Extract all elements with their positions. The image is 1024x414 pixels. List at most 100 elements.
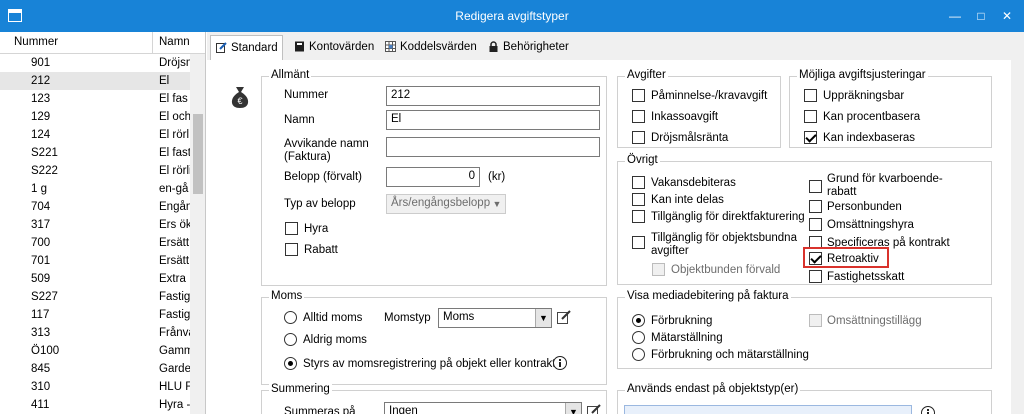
forbrukning-radio[interactable] bbox=[632, 314, 645, 327]
matarstallning-radio[interactable] bbox=[632, 331, 645, 344]
table-row[interactable]: Ö100 Gamm bbox=[0, 342, 190, 360]
cell-namn: El fast bbox=[159, 147, 190, 159]
alltid-moms-label: Alltid moms bbox=[303, 312, 363, 324]
typ-av-belopp-dropdown[interactable]: Års/engångsbelopp ▼ bbox=[386, 194, 506, 214]
column-header-namn[interactable]: Namn bbox=[159, 36, 190, 48]
styrs-av-momsregistrering-label: Styrs av momsregistrering på objekt elle… bbox=[303, 358, 556, 370]
table-row[interactable]: 317 Ers ök bbox=[0, 216, 190, 234]
cell-namn: Frånva bbox=[159, 327, 190, 339]
info-icon[interactable] bbox=[920, 405, 936, 414]
list-scrollbar[interactable] bbox=[190, 54, 205, 414]
omsattningstillagg-checkbox[interactable] bbox=[809, 314, 822, 327]
column-separator[interactable] bbox=[152, 32, 153, 54]
table-row[interactable]: S227 Fastig bbox=[0, 288, 190, 306]
tab-label: Standard bbox=[231, 42, 278, 54]
cell-namn: El bbox=[159, 75, 170, 87]
upprakningsbar-checkbox[interactable] bbox=[804, 89, 817, 102]
cell-nummer: 313 bbox=[31, 327, 51, 339]
table-row[interactable]: 1 g en-gå bbox=[0, 180, 190, 198]
paminnelse-label: Påminnelse-/kravavgift bbox=[651, 90, 768, 102]
summeras-dropdown[interactable]: Ingen ▼ bbox=[384, 402, 582, 414]
table-row[interactable]: S222 El rörli bbox=[0, 162, 190, 180]
hyra-label: Hyra bbox=[304, 223, 329, 235]
direktfakturering-checkbox[interactable] bbox=[632, 210, 645, 223]
drojsmal-checkbox[interactable] bbox=[632, 131, 645, 144]
avgiftstyp-list: Nummer Namn 901 Dröjsm 212 El 123 El fas 129 El… bbox=[0, 32, 206, 414]
vakansdebiteras-checkbox[interactable] bbox=[632, 176, 645, 189]
cell-namn: El rörli bbox=[159, 165, 190, 177]
edit-icon bbox=[216, 42, 227, 53]
edit-icon[interactable] bbox=[556, 309, 572, 325]
procentbasera-label: Kan procentbasera bbox=[823, 111, 921, 123]
namn-input[interactable]: El bbox=[386, 110, 600, 130]
tab-standard[interactable]: Standard bbox=[210, 35, 283, 60]
standard-panel: € Allmänt Nummer 212 Namn El Avvikande n… bbox=[207, 60, 1011, 414]
table-row[interactable]: 313 Frånva bbox=[0, 324, 190, 342]
cell-namn: Hyra - bbox=[159, 399, 190, 411]
table-row[interactable]: 845 Garde bbox=[0, 360, 190, 378]
column-header-nummer[interactable]: Nummer bbox=[14, 36, 58, 48]
objektstyp-input[interactable] bbox=[624, 405, 912, 414]
table-row[interactable]: 124 El rörl bbox=[0, 126, 190, 144]
cell-nummer: S221 bbox=[31, 147, 58, 159]
direktfakturering-label: Tillgänglig för direktfakturering bbox=[651, 211, 805, 223]
procentbasera-checkbox[interactable] bbox=[804, 110, 817, 123]
table-row[interactable]: 123 El fas bbox=[0, 90, 190, 108]
nummer-input[interactable]: 212 bbox=[386, 86, 600, 106]
fastighetsskatt-checkbox[interactable] bbox=[809, 270, 822, 283]
cell-namn: Gamm bbox=[159, 345, 190, 357]
maximize-button[interactable]: □ bbox=[968, 5, 994, 27]
inkasso-checkbox[interactable] bbox=[632, 110, 645, 123]
group-ovrigt: Övrigt Vakansdebiteras Kan inte delas Ti… bbox=[617, 154, 992, 285]
form-scrollbar[interactable] bbox=[1011, 60, 1024, 414]
forbrukning-och-matarstallning-radio[interactable] bbox=[632, 348, 645, 361]
kvarboenderabatt-checkbox[interactable] bbox=[809, 180, 822, 193]
edit-icon[interactable] bbox=[586, 403, 602, 414]
styrs-av-momsregistrering-radio[interactable] bbox=[284, 357, 297, 370]
hyra-checkbox[interactable] bbox=[285, 222, 298, 235]
table-row[interactable]: 700 Ersätt bbox=[0, 234, 190, 252]
group-title: Möjliga avgiftsjusteringar bbox=[797, 69, 928, 81]
table-row[interactable]: 310 HLU F bbox=[0, 378, 190, 396]
objektsbundna-checkbox[interactable] bbox=[632, 236, 645, 249]
cell-nummer: Ö100 bbox=[31, 345, 60, 357]
personbunden-checkbox[interactable] bbox=[809, 200, 822, 213]
cell-nummer: 901 bbox=[31, 57, 51, 69]
table-row[interactable]: 509 Extra bbox=[0, 270, 190, 288]
table-row[interactable]: 212 El bbox=[0, 72, 190, 90]
title-bar: Redigera avgiftstyper — □ ✕ bbox=[0, 0, 1024, 32]
retroaktiv-checkbox[interactable] bbox=[809, 252, 822, 265]
objektbunden-forvald-checkbox[interactable] bbox=[652, 263, 665, 276]
info-icon[interactable] bbox=[552, 355, 568, 371]
paminnelse-checkbox[interactable] bbox=[632, 89, 645, 102]
indexbaseras-checkbox[interactable] bbox=[804, 131, 817, 144]
group-title: Visa mediadebitering på faktura bbox=[625, 290, 791, 302]
avvikande-namn-input[interactable] bbox=[386, 137, 600, 157]
group-title: Summering bbox=[269, 383, 332, 395]
table-row[interactable]: 704 Engån bbox=[0, 198, 190, 216]
close-button[interactable]: ✕ bbox=[994, 5, 1020, 27]
tab-behorigheter[interactable]: Behörigheter bbox=[483, 35, 569, 60]
omsattningshyra-checkbox[interactable] bbox=[809, 218, 822, 231]
tab-koddelsvarden[interactable]: Koddelsvärden bbox=[380, 35, 477, 60]
kvarboenderabatt-label: Grund för kvarboende- bbox=[827, 173, 943, 185]
aldrig-moms-radio[interactable] bbox=[284, 333, 297, 346]
alltid-moms-radio[interactable] bbox=[284, 311, 297, 324]
rabatt-checkbox[interactable] bbox=[285, 243, 298, 256]
table-row[interactable]: 117 Fastig bbox=[0, 306, 190, 324]
cell-namn: Ersätt bbox=[159, 255, 190, 267]
table-row[interactable]: 701 Ersätt bbox=[0, 252, 190, 270]
group-title: Allmänt bbox=[269, 69, 312, 81]
kan-inte-delas-checkbox[interactable] bbox=[632, 193, 645, 206]
table-row[interactable]: 411 Hyra - bbox=[0, 396, 190, 414]
nummer-label: Nummer bbox=[284, 89, 329, 101]
minimize-button[interactable]: — bbox=[942, 5, 968, 27]
momstyp-label: Momstyp bbox=[384, 312, 431, 324]
scrollbar-thumb[interactable] bbox=[193, 114, 203, 194]
belopp-input[interactable]: 0 bbox=[386, 167, 480, 187]
table-row[interactable]: 901 Dröjsm bbox=[0, 54, 190, 72]
tab-kontovarden[interactable]: Kontovärden bbox=[289, 35, 374, 60]
table-row[interactable]: S221 El fast bbox=[0, 144, 190, 162]
momstyp-dropdown[interactable]: Moms ▼ bbox=[438, 308, 552, 328]
table-row[interactable]: 129 El och bbox=[0, 108, 190, 126]
